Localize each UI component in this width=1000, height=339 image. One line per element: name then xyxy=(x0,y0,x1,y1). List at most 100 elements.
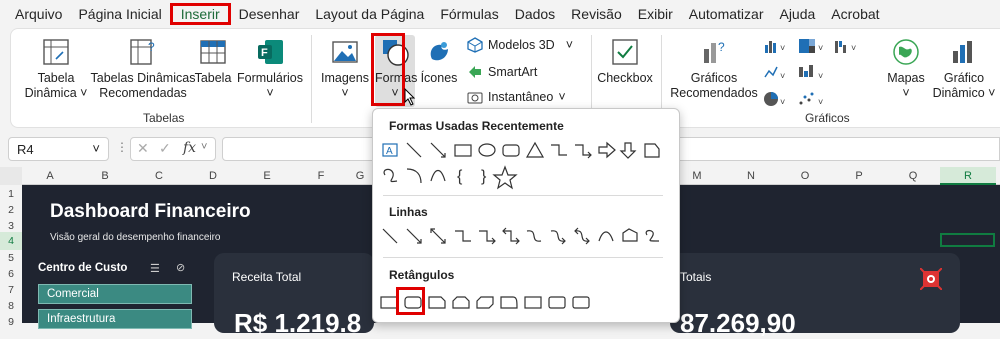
tabelas-dinamicas-recomendadas-button[interactable]: ? Tabelas Dinâmicas Recomendadas xyxy=(89,37,197,101)
mapas-button[interactable]: Mapas ˅ xyxy=(883,37,929,101)
selected-cell[interactable] xyxy=(940,233,995,247)
snip-rectangle-shape-icon xyxy=(644,143,660,158)
label: Gráfico xyxy=(943,71,985,85)
menu-exibir[interactable]: Exibir xyxy=(630,3,681,25)
column-header[interactable]: N xyxy=(724,167,778,185)
label: Tabelas Dinâmicas xyxy=(90,71,196,85)
label: Dinâmico ˅ xyxy=(932,86,996,100)
row-header-selected[interactable]: 4 xyxy=(0,232,22,250)
recommended-pivot-icon: ? xyxy=(130,39,155,65)
menu-pagina-inicial[interactable]: Página Inicial xyxy=(70,3,169,25)
slicer-item-infraestrutura[interactable]: Infraestrutura xyxy=(38,309,192,329)
label: Tabela xyxy=(37,71,75,85)
menu-automatizar[interactable]: Automatizar xyxy=(681,3,772,25)
divider xyxy=(383,257,663,258)
svg-text:˅: ˅ xyxy=(851,43,856,53)
column-header[interactable]: O xyxy=(778,167,832,185)
menu-acrobat[interactable]: Acrobat xyxy=(823,3,887,25)
svg-text:}: } xyxy=(481,168,487,185)
arrow-shape-icon xyxy=(430,142,446,158)
instantaneo-button[interactable]: Instantâneo ˅ xyxy=(467,89,566,105)
fx-button[interactable]: fx xyxy=(183,140,196,156)
elbow-arrow-connector-icon xyxy=(575,144,592,159)
grafico-dinamico-button[interactable]: Gráfico Dinâmico ˅ xyxy=(931,37,997,101)
checkbox-button[interactable]: Checkbox xyxy=(595,37,655,86)
menu-dados[interactable]: Dados xyxy=(507,3,563,25)
slicer-item-comercial[interactable]: Comercial xyxy=(38,284,192,304)
lines-heading: Linhas xyxy=(389,205,428,219)
multi-select-icon[interactable]: ☰ xyxy=(150,262,160,275)
chevron-down-icon[interactable]: ˅ xyxy=(92,141,100,156)
chevron-down-icon: ˅ xyxy=(558,90,566,104)
label: Recomendados xyxy=(670,86,758,100)
chevron-down-icon: ˅ xyxy=(565,38,574,52)
icones-button[interactable]: Ícones xyxy=(419,37,459,86)
lines-shapes-grid xyxy=(382,227,660,245)
column-header[interactable]: F xyxy=(294,167,348,185)
mouse-cursor-icon xyxy=(404,88,416,106)
triangle-shape-icon xyxy=(525,141,545,158)
column-header[interactable]: E xyxy=(240,167,294,185)
icons-icon xyxy=(430,42,448,61)
chevron-down-icon[interactable]: ˅ xyxy=(201,141,207,153)
menu-layout[interactable]: Layout da Página xyxy=(307,3,432,25)
menu-arquivo[interactable]: Arquivo xyxy=(7,3,70,25)
label: Ícones xyxy=(420,71,458,85)
tabela-dinamica-button[interactable]: Tabela Dinâmica ˅ xyxy=(21,37,91,101)
label: Tabela xyxy=(194,71,232,85)
imagens-button[interactable]: Imagens ˅ xyxy=(321,37,369,101)
down-arrow-shape-icon xyxy=(619,142,637,159)
statistic-chart-icon xyxy=(799,65,813,77)
graficos-recomendados-button[interactable]: ? Gráficos Recomendados xyxy=(669,37,759,101)
pivot-chart-icon xyxy=(953,41,972,63)
menu-revisao[interactable]: Revisão xyxy=(563,3,630,25)
star-shape-icon xyxy=(492,165,518,190)
column-header[interactable]: A xyxy=(22,167,78,185)
image-icon xyxy=(332,41,358,63)
hierarchy-chart-icon xyxy=(799,39,815,53)
menu-inserir[interactable]: Inserir xyxy=(169,3,231,25)
column-header[interactable]: B xyxy=(78,167,132,185)
menu-ajuda[interactable]: Ajuda xyxy=(771,3,823,25)
label: Modelos 3D xyxy=(488,38,555,52)
menu-bar: Arquivo Página Inicial Inserir Desenhar … xyxy=(0,0,1000,28)
tabela-button[interactable]: Tabela xyxy=(193,37,233,86)
formularios-button[interactable]: F Formulários ˅ xyxy=(237,37,303,101)
menu-desenhar[interactable]: Desenhar xyxy=(231,3,308,25)
card-label: Receita Total xyxy=(232,270,302,284)
name-box-value: R4 xyxy=(17,142,34,157)
modelos-3d-button[interactable]: Modelos 3D ˅ xyxy=(467,37,573,53)
select-all-corner[interactable] xyxy=(0,167,22,185)
camera-icon xyxy=(467,92,483,104)
label: ˅ xyxy=(341,86,349,100)
label: Mapas xyxy=(887,71,925,85)
label: ˅ xyxy=(902,86,910,100)
name-box[interactable]: R4 ˅ xyxy=(8,137,109,161)
label: Checkbox xyxy=(597,71,653,85)
smartart-button[interactable]: SmartArt xyxy=(467,64,537,80)
column-header[interactable]: D xyxy=(186,167,240,185)
cancel-icon[interactable]: ✕ xyxy=(137,140,149,157)
scribble-shape-icon xyxy=(383,168,398,183)
row-header[interactable]: 9 xyxy=(0,313,22,331)
divider xyxy=(383,195,663,196)
column-header[interactable]: P xyxy=(832,167,886,185)
rounded-rectangle-shape-icon xyxy=(502,144,520,157)
svg-text:˅: ˅ xyxy=(780,71,785,81)
svg-text:˅: ˅ xyxy=(818,97,823,107)
column-header[interactable]: C xyxy=(132,167,186,185)
oval-shape-icon xyxy=(478,143,496,157)
forms-icon: F xyxy=(258,40,283,64)
column-header[interactable]: G xyxy=(348,167,372,185)
clear-filter-icon[interactable]: ⊘ xyxy=(176,261,185,274)
menu-formulas[interactable]: Fórmulas xyxy=(432,3,506,25)
more-options-icon[interactable]: ⋮ xyxy=(116,140,128,154)
confirm-icon[interactable]: ✓ xyxy=(159,140,171,157)
pie-chart-icon xyxy=(764,92,778,106)
column-header[interactable]: Q xyxy=(886,167,940,185)
smartart-icon xyxy=(469,66,481,78)
label: Gráficos xyxy=(690,71,738,85)
column-header-selected[interactable]: R xyxy=(940,167,996,185)
svg-text:˅: ˅ xyxy=(818,43,823,53)
line-shape-icon xyxy=(406,142,422,158)
